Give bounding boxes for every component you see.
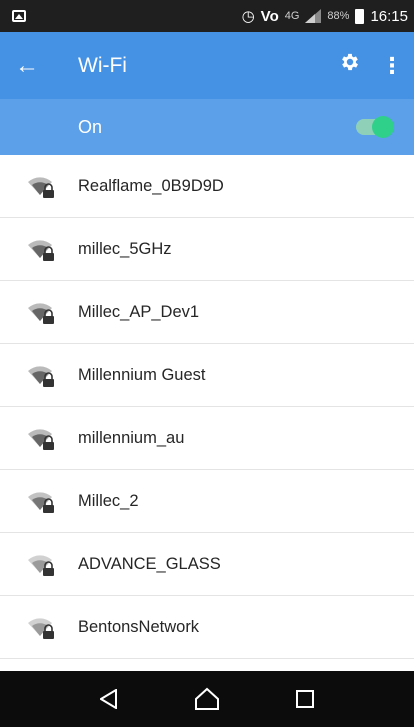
network-row[interactable]: ADVANCE_GLASS (0, 533, 414, 596)
signal-icon (305, 9, 322, 23)
wifi-switch-label: On (78, 116, 103, 137)
wifi-locked-icon (0, 236, 78, 262)
wifi-master-switch-row[interactable]: On (0, 99, 414, 155)
volte-indicator: Vo (260, 7, 279, 25)
wifi-locked-icon (0, 362, 78, 388)
wifi-locked-icon (0, 551, 78, 577)
wifi-locked-icon (0, 425, 78, 451)
network-row[interactable]: millec_5GHz (0, 218, 414, 281)
alarm-icon: ◷ (241, 8, 255, 25)
network-row[interactable]: BentonsNetwork (0, 596, 414, 659)
wifi-toggle[interactable] (356, 116, 394, 138)
network-row[interactable]: Millennium Guest (0, 344, 414, 407)
network-name: BentonsNetwork (78, 617, 200, 636)
network-name: Millennium Guest (78, 365, 206, 384)
status-right: ◷ Vo 4G 88% 16:15 (241, 7, 408, 26)
network-name: Realflame_0B9D9D (78, 176, 224, 195)
home-icon[interactable] (187, 679, 227, 719)
arrow-left-icon[interactable]: ← (0, 32, 54, 99)
battery-percent: 88% (327, 10, 350, 22)
navigation-bar (0, 671, 414, 727)
wifi-locked-icon (0, 299, 78, 325)
network-name: Millec_2 (78, 491, 139, 510)
wifi-locked-icon (0, 488, 78, 514)
toggle-knob (372, 116, 394, 138)
recents-square-icon[interactable] (285, 679, 325, 719)
network-name: ADVANCE_GLASS (78, 554, 221, 573)
gear-icon[interactable] (330, 51, 370, 80)
network-type: 4G (284, 10, 300, 22)
network-name: Millec_AP_Dev1 (78, 302, 200, 321)
image-notification-icon (12, 10, 26, 22)
wifi-locked-icon (0, 173, 78, 199)
status-bar: ◷ Vo 4G 88% 16:15 (0, 0, 414, 32)
more-vert-icon[interactable]: ⋮ (370, 53, 414, 79)
network-row[interactable]: Millec_2 (0, 470, 414, 533)
page-title: Wi-Fi (78, 53, 127, 77)
battery-icon (355, 8, 365, 24)
wifi-locked-icon (0, 614, 78, 640)
status-left (12, 10, 26, 22)
app-bar: ← Wi-Fi ⋮ (0, 32, 414, 99)
network-name: millennium_au (78, 428, 185, 447)
network-name: millec_5GHz (78, 239, 172, 258)
network-list: Realflame_0B9D9D millec_5GHz Millec_AP_Dev… (0, 155, 414, 659)
network-row[interactable]: Realflame_0B9D9D (0, 155, 414, 218)
network-row[interactable]: millennium_au (0, 407, 414, 470)
clock: 16:15 (370, 7, 408, 25)
network-row[interactable]: Millec_AP_Dev1 (0, 281, 414, 344)
back-triangle-icon[interactable] (89, 679, 129, 719)
